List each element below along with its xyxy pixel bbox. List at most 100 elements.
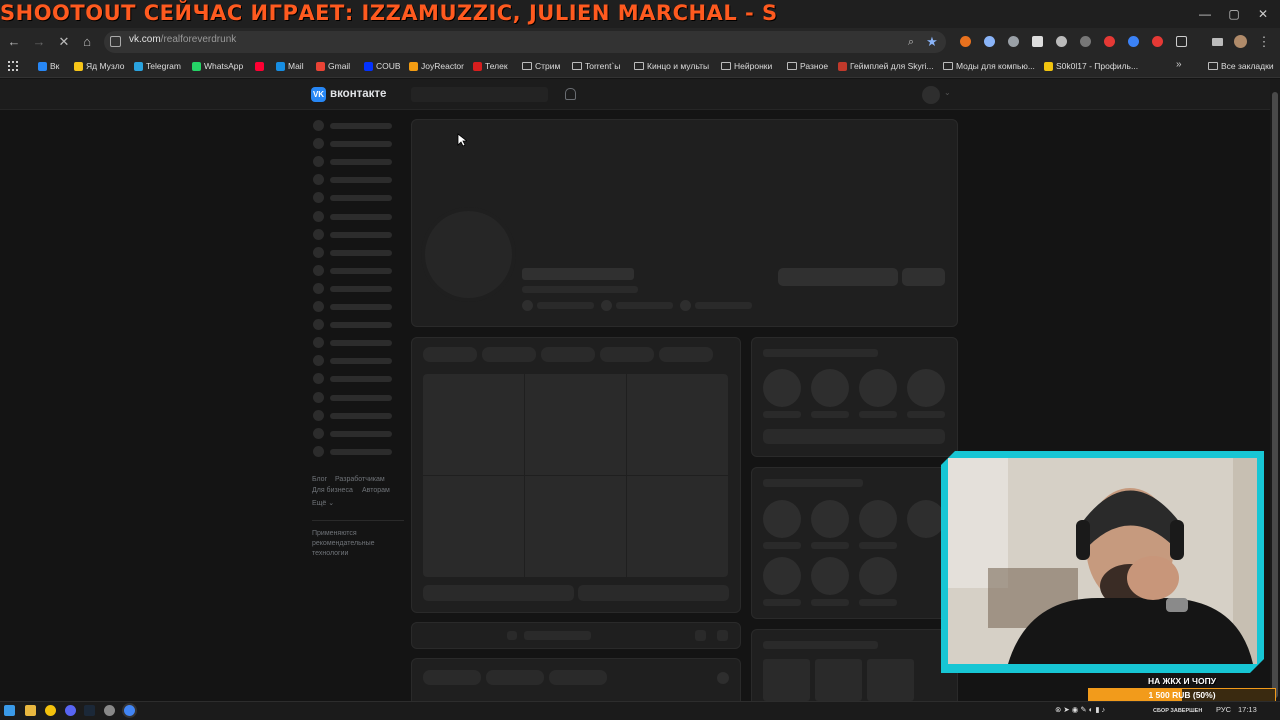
bookmark-item[interactable]: Разное — [787, 60, 828, 72]
input-language[interactable]: РУС — [1216, 705, 1231, 714]
bookmark-item[interactable]: Torrent`ы — [572, 60, 620, 72]
friend-avatar-skeleton[interactable] — [811, 369, 849, 407]
bookmark-item[interactable]: Кинцо и мульты — [634, 60, 709, 72]
composer-action-skeleton[interactable] — [717, 630, 728, 641]
photo-thumb-skeleton[interactable] — [627, 476, 728, 577]
profile-avatar[interactable] — [1234, 35, 1247, 48]
photo-thumb-skeleton[interactable] — [423, 476, 524, 577]
media-tab-skeleton[interactable] — [482, 347, 536, 362]
chrome-taskbar-icon[interactable] — [124, 705, 135, 716]
stop-loading-icon[interactable]: ✕ — [56, 34, 72, 50]
friend-avatar-skeleton[interactable] — [859, 369, 897, 407]
bookmark-item[interactable]: WhatsApp — [192, 60, 243, 72]
photo-thumb-skeleton[interactable] — [423, 374, 524, 475]
tray-icons[interactable]: ⊗ ➤ ◉ ✎ ◐ ▮ ♪ — [1055, 705, 1105, 714]
apps-grid-icon[interactable] — [8, 61, 18, 71]
media-tab-skeleton[interactable] — [659, 347, 713, 362]
chevron-down-icon[interactable]: ⌄ — [944, 88, 951, 97]
bookmark-item[interactable]: JoyReactor — [409, 60, 464, 72]
zoom-search-icon[interactable]: ⌕ — [903, 34, 919, 50]
bookmark-item[interactable]: Gmail — [316, 60, 350, 72]
maximize-button[interactable]: ▢ — [1219, 4, 1249, 24]
wall-search-skeleton[interactable] — [717, 672, 729, 684]
notifications-bell-icon[interactable] — [565, 88, 576, 100]
subscription-avatar-skeleton[interactable] — [811, 557, 849, 595]
footer-link-developers[interactable]: Разработчикам — [335, 476, 385, 483]
recommendation-notice[interactable]: Применяются рекомендательные технологии — [312, 529, 392, 559]
profile-action-button-skeleton[interactable] — [778, 268, 898, 286]
browser-menu-icon[interactable]: ⋮ — [1256, 34, 1272, 50]
app-icon[interactable] — [45, 705, 56, 716]
bookmark-item[interactable]: Моды для компью... — [943, 60, 1035, 72]
steam-icon[interactable] — [84, 705, 95, 716]
extension-icon[interactable] — [1008, 36, 1019, 47]
footer-link-blog[interactable]: Блог — [312, 476, 327, 483]
footer-link-business[interactable]: Для бизнеса — [312, 487, 353, 494]
extension-icon[interactable] — [1152, 36, 1163, 47]
bookmark-item[interactable]: Геймплей для Skyri... — [838, 60, 934, 72]
subscription-avatar-skeleton[interactable] — [859, 557, 897, 595]
extension-icon[interactable] — [1080, 36, 1091, 47]
subscription-avatar-skeleton[interactable] — [811, 500, 849, 538]
extensions-puzzle-icon[interactable] — [1176, 36, 1187, 47]
page-scrollbar-thumb[interactable] — [1272, 92, 1278, 698]
composer-action-skeleton[interactable] — [695, 630, 706, 641]
footer-link-authors[interactable]: Авторам — [362, 487, 390, 494]
photo-thumb-skeleton[interactable] — [525, 374, 626, 475]
tab-search-icon[interactable] — [1212, 38, 1223, 46]
media-tab-skeleton[interactable] — [423, 347, 477, 362]
bookmark-item[interactable]: Mail — [276, 60, 304, 72]
bookmark-item[interactable]: Telegram — [134, 60, 181, 72]
close-button[interactable]: ✕ — [1248, 4, 1278, 24]
minimize-button[interactable]: — — [1190, 4, 1220, 24]
subscription-avatar-skeleton[interactable] — [859, 500, 897, 538]
wall-tab-skeleton[interactable] — [486, 670, 544, 685]
bookmark-item[interactable]: Стрим — [522, 60, 560, 72]
vk-logo-text[interactable]: вконтакте — [330, 88, 386, 100]
clock-time[interactable]: 17:13 — [1238, 705, 1257, 714]
media-button-skeleton[interactable] — [423, 585, 574, 601]
home-icon[interactable]: ⌂ — [79, 34, 95, 50]
bookmark-item[interactable]: Нейронки — [721, 60, 772, 72]
media-button-skeleton[interactable] — [578, 585, 729, 601]
footer-link-more[interactable]: Ещё ⌄ — [312, 499, 334, 507]
back-icon[interactable]: ← — [6, 34, 22, 50]
search-placeholder-skeleton[interactable] — [411, 87, 548, 102]
friend-avatar-skeleton[interactable] — [907, 369, 945, 407]
extension-icon[interactable] — [1128, 36, 1139, 47]
subscription-avatar-skeleton[interactable] — [763, 500, 801, 538]
bookmark-item[interactable]: Яд Музло — [74, 60, 124, 72]
bookmark-item[interactable]: Все закладки — [1208, 60, 1274, 72]
subscription-avatar-skeleton[interactable] — [907, 500, 945, 538]
url-text[interactable]: vk.com/realforeverdrunk — [129, 34, 236, 45]
bookmark-item[interactable]: S0k0l17 - Профиль... — [1044, 60, 1138, 72]
vk-logo-icon[interactable]: VK — [311, 87, 326, 102]
photo-thumb-skeleton[interactable] — [867, 659, 914, 701]
bookmark-item[interactable] — [255, 60, 264, 72]
bookmark-item[interactable]: Вк — [38, 60, 59, 72]
photo-thumb-skeleton[interactable] — [525, 476, 626, 577]
media-tab-skeleton[interactable] — [541, 347, 595, 362]
friend-avatar-skeleton[interactable] — [763, 369, 801, 407]
extension-icon[interactable] — [984, 36, 995, 47]
profile-more-button-skeleton[interactable] — [902, 268, 945, 286]
obs-icon[interactable] — [104, 705, 115, 716]
media-tab-skeleton[interactable] — [600, 347, 654, 362]
extension-icon[interactable] — [1104, 36, 1115, 47]
photo-thumb-skeleton[interactable] — [627, 374, 728, 475]
extension-icon[interactable] — [960, 36, 971, 47]
extension-icon[interactable] — [1056, 36, 1067, 47]
start-menu-icon[interactable] — [4, 705, 15, 716]
wall-tab-skeleton[interactable] — [423, 670, 481, 685]
bookmark-item[interactable]: COUB — [364, 60, 401, 72]
discord-icon[interactable] — [65, 705, 76, 716]
more-bookmarks-chevron-icon[interactable]: » — [1176, 59, 1182, 70]
bookmark-star-icon[interactable]: ★ — [924, 34, 940, 50]
site-info-icon[interactable] — [110, 36, 121, 47]
subscription-avatar-skeleton[interactable] — [763, 557, 801, 595]
file-explorer-icon[interactable] — [25, 705, 36, 716]
wall-tab-skeleton[interactable] — [549, 670, 607, 685]
photo-thumb-skeleton[interactable] — [815, 659, 862, 701]
photo-thumb-skeleton[interactable] — [763, 659, 810, 701]
extension-icon[interactable] — [1032, 36, 1043, 47]
